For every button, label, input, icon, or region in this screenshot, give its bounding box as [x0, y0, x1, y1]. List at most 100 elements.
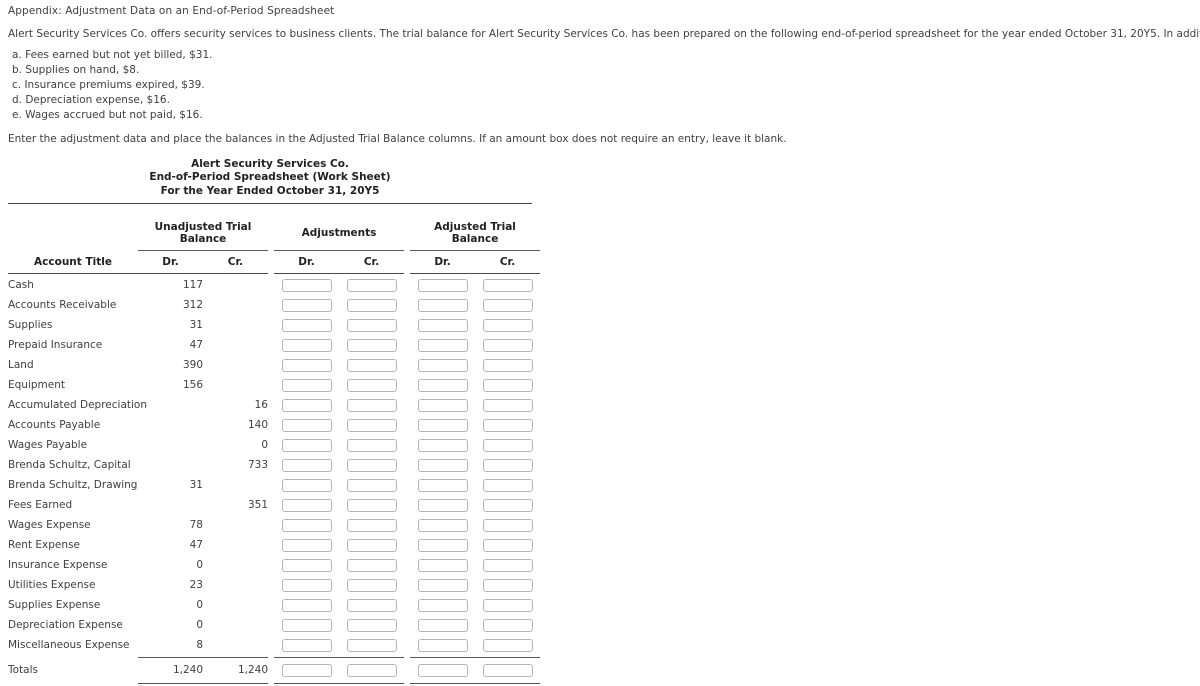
- table-row: Cash 117: [8, 275, 540, 295]
- adjustments-dr-input[interactable]: [281, 599, 332, 613]
- adjusted-dr-input[interactable]: [417, 439, 468, 453]
- adjusted-dr-input[interactable]: [417, 299, 468, 313]
- adjusted-dr-input[interactable]: [417, 519, 468, 533]
- adjusted-cr-input[interactable]: [482, 379, 533, 393]
- adjustments-cr-input-cell: [339, 415, 404, 435]
- adjusted-cr-input[interactable]: [482, 619, 533, 633]
- adjustment-data-list: a. Fees earned but not yet billed, $31. …: [8, 49, 1192, 123]
- adjusted-cr-input[interactable]: [482, 599, 533, 613]
- adjustments-dr-input[interactable]: [281, 279, 332, 293]
- adjustments-cr-input[interactable]: [346, 519, 397, 533]
- adjusted-cr-input[interactable]: [482, 459, 533, 473]
- table-row: Fees Earned 351: [8, 495, 540, 515]
- account-title-cell: Miscellaneous Expense: [8, 639, 130, 652]
- account-title-cell: Brenda Schultz, Drawing: [8, 479, 138, 492]
- adjusted-dr-input[interactable]: [417, 359, 468, 373]
- unadjusted-dr-value: 31: [189, 479, 203, 492]
- adjusted-dr-input[interactable]: [417, 539, 468, 553]
- adjusted-dr-input[interactable]: [417, 319, 468, 333]
- adjusted-dr-input[interactable]: [417, 479, 468, 493]
- adjustments-dr-input[interactable]: [281, 299, 332, 313]
- adjusted-dr-input[interactable]: [417, 499, 468, 513]
- adjustments-cr-input-cell: [339, 355, 404, 375]
- totals-adjustments-cr-input[interactable]: [346, 664, 397, 678]
- page: Appendix: Adjustment Data on an End-of-P…: [0, 0, 1200, 686]
- adjustments-dr-input[interactable]: [281, 479, 332, 493]
- adjusted-cr-input[interactable]: [482, 499, 533, 513]
- totals-adjusted-dr-input[interactable]: [417, 664, 468, 678]
- adjustments-dr-input[interactable]: [281, 579, 332, 593]
- adjustments-cr-input[interactable]: [346, 479, 397, 493]
- adjusted-cr-input[interactable]: [482, 299, 533, 313]
- adjustments-dr-input[interactable]: [281, 499, 332, 513]
- unadjusted-dr-value: 312: [182, 299, 203, 312]
- adjusted-dr-input[interactable]: [417, 339, 468, 353]
- adjusted-dr-input[interactable]: [417, 459, 468, 473]
- adjusted-dr-input[interactable]: [417, 619, 468, 633]
- totals-rule-below-adjustments-cr: [339, 680, 405, 686]
- adjustments-dr-input[interactable]: [281, 399, 332, 413]
- adjustments-cr-input[interactable]: [346, 359, 397, 373]
- adjusted-dr-input[interactable]: [417, 599, 468, 613]
- adjustments-cr-input[interactable]: [346, 619, 397, 633]
- adjusted-dr-input[interactable]: [417, 279, 468, 293]
- adjustments-dr-input[interactable]: [281, 559, 332, 573]
- adjustments-cr-input[interactable]: [346, 499, 397, 513]
- adjustments-cr-input[interactable]: [346, 279, 397, 293]
- adjustments-cr-input[interactable]: [346, 419, 397, 433]
- adjustments-dr-input[interactable]: [281, 539, 332, 553]
- adjusted-dr-input-cell: [410, 595, 475, 615]
- adjustments-dr-input[interactable]: [281, 439, 332, 453]
- adjustments-dr-input[interactable]: [281, 359, 332, 373]
- adjusted-cr-input[interactable]: [482, 579, 533, 593]
- adjusted-dr-input[interactable]: [417, 579, 468, 593]
- adjusted-dr-input[interactable]: [417, 399, 468, 413]
- unadjusted-dr-value: [138, 455, 203, 475]
- totals-adjustments-dr-input[interactable]: [281, 664, 332, 678]
- adjustments-dr-input-cell: [274, 275, 339, 295]
- adjustments-cr-input[interactable]: [346, 319, 397, 333]
- adjustments-cr-input[interactable]: [346, 439, 397, 453]
- adjusted-cr-input[interactable]: [482, 279, 533, 293]
- adjustments-cr-input-cell: [339, 635, 404, 655]
- adjustments-cr-input[interactable]: [346, 339, 397, 353]
- adjusted-dr-input[interactable]: [417, 419, 468, 433]
- adjustments-dr-input[interactable]: [281, 459, 332, 473]
- adjustments-cr-input[interactable]: [346, 539, 397, 553]
- adjusted-cr-input[interactable]: [482, 479, 533, 493]
- adjusted-dr-input[interactable]: [417, 559, 468, 573]
- adjusted-cr-input[interactable]: [482, 399, 533, 413]
- adjustments-cr-input[interactable]: [346, 379, 397, 393]
- unadjusted-cr-value: 16: [254, 399, 268, 412]
- adjusted-cr-input[interactable]: [482, 359, 533, 373]
- adjustments-cr-input[interactable]: [346, 599, 397, 613]
- adjusted-cr-input[interactable]: [482, 319, 533, 333]
- adjusted-cr-input[interactable]: [482, 439, 533, 453]
- adjusted-cr-input[interactable]: [482, 539, 533, 553]
- adjusted-cr-input[interactable]: [482, 419, 533, 433]
- adjustments-dr-input[interactable]: [281, 319, 332, 333]
- adjustments-cr-input[interactable]: [346, 459, 397, 473]
- adjusted-cr-input[interactable]: [482, 339, 533, 353]
- adjustments-dr-input[interactable]: [281, 419, 332, 433]
- adjusted-dr-input[interactable]: [417, 379, 468, 393]
- adjustments-dr-input[interactable]: [281, 519, 332, 533]
- table-row: Depreciation Expense 0: [8, 615, 540, 635]
- adjustments-dr-input[interactable]: [281, 379, 332, 393]
- adjustments-cr-input[interactable]: [346, 399, 397, 413]
- adjustments-dr-input[interactable]: [281, 339, 332, 353]
- adjusted-cr-input[interactable]: [482, 559, 533, 573]
- adjustments-dr-input[interactable]: [281, 619, 332, 633]
- adjustment-item-e: e. Wages accrued but not paid, $16.: [12, 109, 203, 122]
- totals-rule-below: [8, 680, 541, 686]
- account-title-cell: Supplies: [8, 319, 53, 332]
- adjusted-cr-input-cell: [475, 275, 540, 295]
- adjustments-cr-input[interactable]: [346, 559, 397, 573]
- adjusted-cr-input[interactable]: [482, 519, 533, 533]
- adjustments-cr-input[interactable]: [346, 299, 397, 313]
- unadjusted-dr-value: [138, 495, 203, 515]
- adjusted-cr-input-cell: [475, 575, 540, 595]
- group-header-unadjusted: Unadjusted Trial Balance: [154, 221, 252, 246]
- totals-adjusted-cr-input[interactable]: [482, 664, 533, 678]
- adjustments-cr-input[interactable]: [346, 579, 397, 593]
